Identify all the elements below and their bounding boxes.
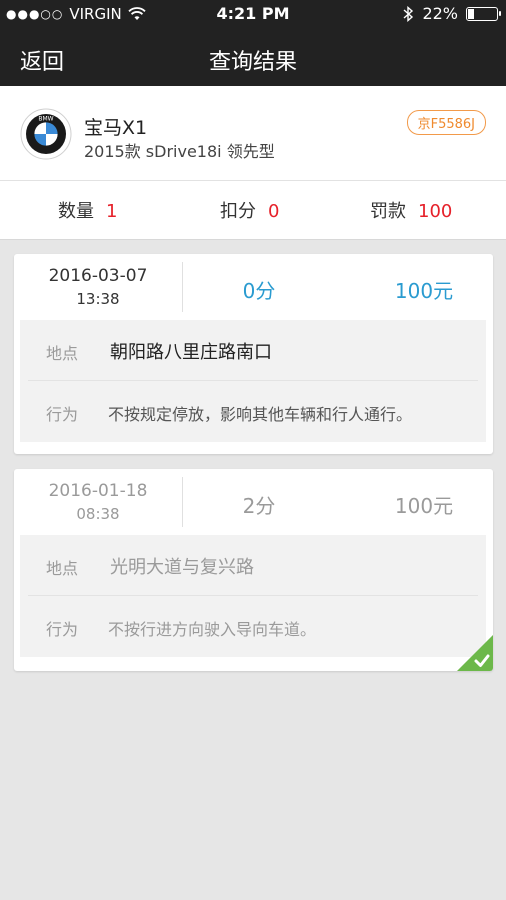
fine-label: 罚款 bbox=[370, 201, 406, 222]
location-value: 朝阳路八里庄路南口 bbox=[110, 342, 272, 363]
violation-fine: 100元 bbox=[394, 494, 454, 518]
violation-header: 2016-01-18 08:38 2分 100元 bbox=[14, 469, 493, 535]
violation-points: 2分 bbox=[242, 494, 276, 518]
page-title: 查询结果 bbox=[208, 50, 297, 75]
top-bar: ●●●○○ VIRGIN 4:21 PM 22% 返回 查询结果 bbox=[0, 0, 506, 86]
action-value: 不按行进方向驶入导向车道。 bbox=[108, 620, 317, 639]
violation-points: 0分 bbox=[242, 279, 276, 303]
violation-fine: 100元 bbox=[394, 279, 454, 303]
battery-icon bbox=[466, 6, 501, 21]
violation-card[interactable]: 2016-01-18 08:38 2分 100元 地点 光明大道与复兴路 行为 … bbox=[14, 469, 493, 671]
summary-points: 扣分 0 bbox=[220, 197, 279, 223]
location-label: 地点 bbox=[46, 344, 79, 363]
bmw-logo-text: BMW bbox=[38, 116, 53, 123]
action-label: 行为 bbox=[46, 620, 79, 639]
summary-fine: 罚款 100 bbox=[370, 197, 452, 223]
bmw-logo-icon: BMW bbox=[20, 108, 72, 160]
points-label: 扣分 bbox=[220, 201, 256, 222]
violation-time: 13:38 bbox=[76, 290, 120, 308]
fine-value: 100 bbox=[418, 201, 453, 222]
location-label: 地点 bbox=[46, 559, 79, 578]
location-value: 光明大道与复兴路 bbox=[110, 557, 254, 578]
battery-percent: 22% bbox=[422, 4, 458, 23]
summary-row: 数量 1 扣分 0 罚款 100 bbox=[0, 181, 506, 240]
action-row: 行为 不按行进方向驶入导向车道。 bbox=[28, 595, 478, 655]
action-value: 不按规定停放，影响其他车辆和行人通行。 bbox=[108, 405, 413, 424]
violation-detail: 地点 朝阳路八里庄路南口 行为 不按规定停放，影响其他车辆和行人通行。 bbox=[20, 320, 486, 442]
violation-time: 08:38 bbox=[76, 505, 120, 523]
violation-card[interactable]: 2016-03-07 13:38 0分 100元 地点 朝阳路八里庄路南口 行为… bbox=[14, 254, 493, 454]
count-value: 1 bbox=[106, 201, 118, 222]
status-right: 22% bbox=[402, 4, 501, 23]
violation-detail: 地点 光明大道与复兴路 行为 不按行进方向驶入导向车道。 bbox=[20, 535, 486, 657]
action-row: 行为 不按规定停放，影响其他车辆和行人通行。 bbox=[28, 380, 478, 440]
battery-level bbox=[468, 8, 474, 19]
handled-check-icon bbox=[457, 635, 493, 671]
license-plate-badge: 京F5586J bbox=[406, 110, 486, 135]
location-row: 地点 光明大道与复兴路 bbox=[20, 535, 486, 595]
bluetooth-icon bbox=[403, 5, 414, 22]
status-bar: ●●●○○ VIRGIN 4:21 PM 22% bbox=[0, 0, 506, 28]
car-name: 宝马X1 bbox=[84, 117, 148, 139]
car-model: 2015款 sDrive18i 领先型 bbox=[84, 142, 275, 161]
violation-header: 2016-03-07 13:38 0分 100元 bbox=[14, 254, 493, 320]
nav-bar: 返回 查询结果 bbox=[0, 30, 506, 86]
divider bbox=[182, 262, 183, 312]
divider bbox=[182, 477, 183, 527]
count-label: 数量 bbox=[58, 201, 94, 222]
summary-count: 数量 1 bbox=[58, 197, 117, 223]
car-info: BMW 宝马X1 2015款 sDrive18i 领先型 京F5586J bbox=[0, 86, 506, 181]
points-value: 0 bbox=[268, 201, 280, 222]
location-row: 地点 朝阳路八里庄路南口 bbox=[20, 320, 486, 380]
action-label: 行为 bbox=[46, 405, 79, 424]
violation-date: 2016-03-07 bbox=[48, 266, 148, 286]
violation-date: 2016-01-18 bbox=[48, 481, 148, 501]
